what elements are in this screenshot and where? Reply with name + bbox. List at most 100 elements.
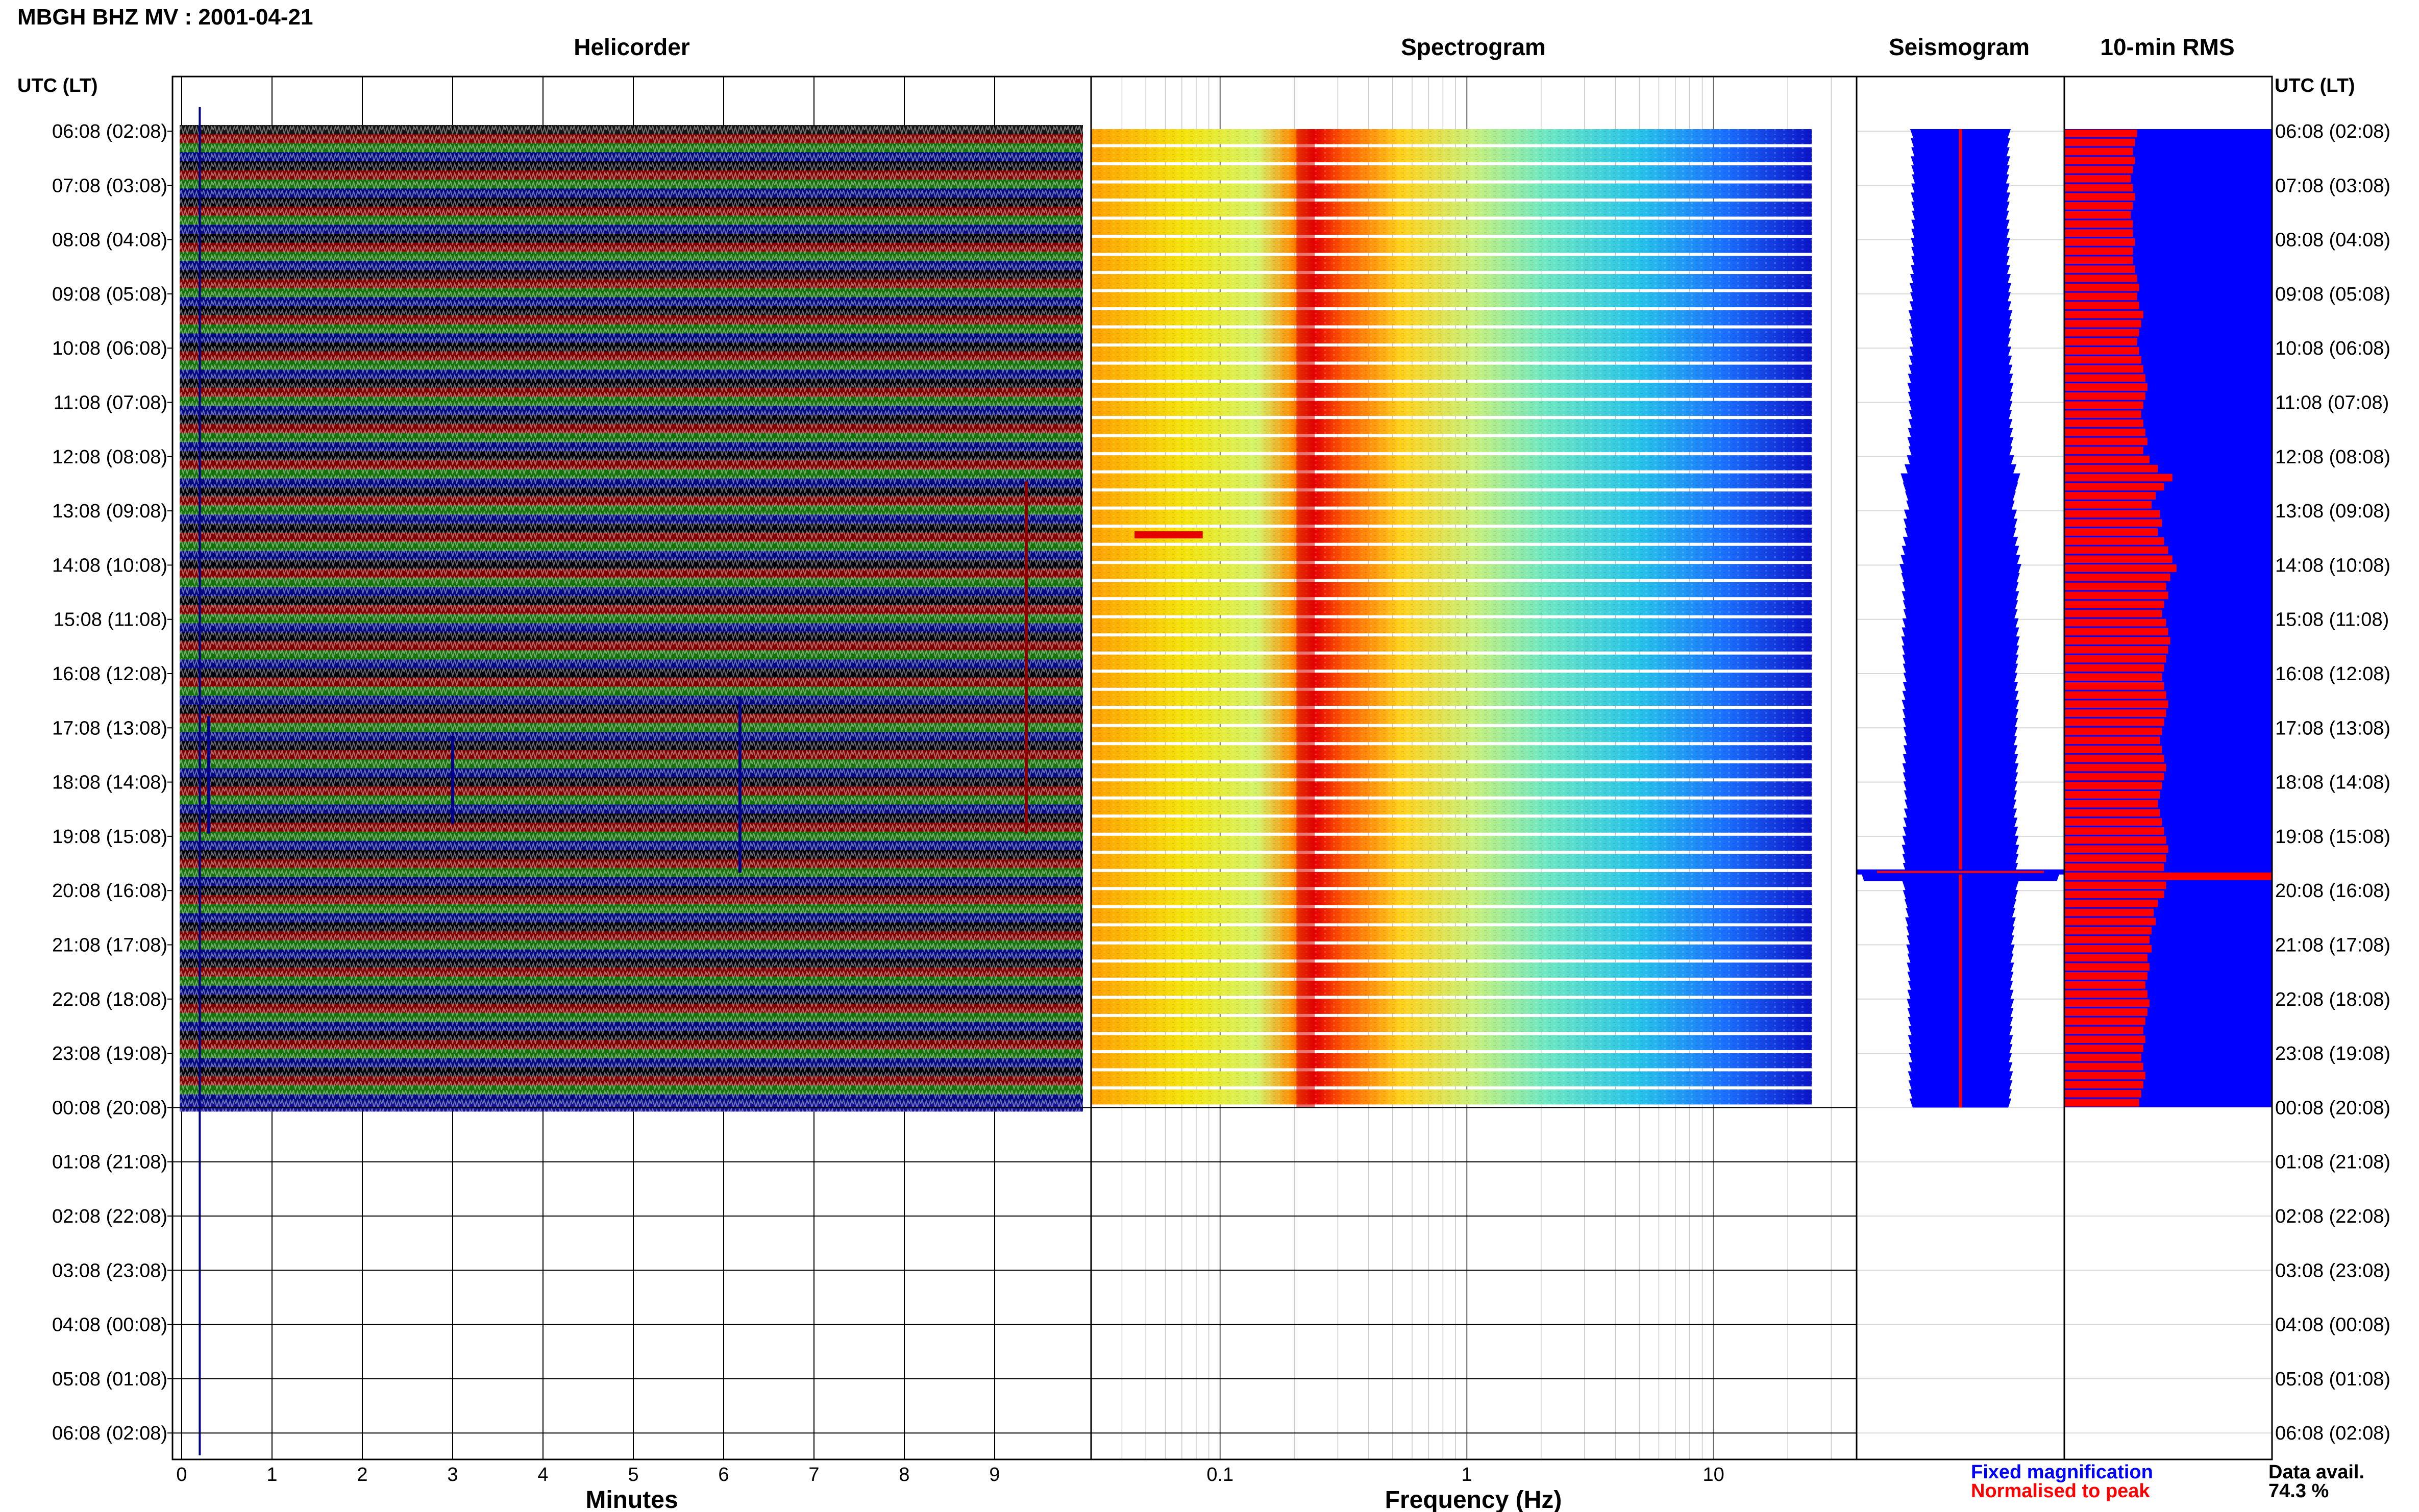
time-tick-label: 09:08 (05:08) bbox=[2275, 284, 2390, 305]
spectrogram-strip-texture bbox=[1091, 926, 1812, 941]
time-tick-label: 12:08 (08:08) bbox=[2275, 447, 2390, 468]
rms-bar bbox=[2064, 700, 2168, 708]
rms-bar bbox=[2064, 247, 2133, 255]
spectrogram-strip-texture bbox=[1091, 219, 1812, 235]
time-tick-label: 19:08 (15:08) bbox=[52, 826, 167, 848]
rms-bar bbox=[2064, 166, 2133, 173]
spectrogram-peak-band bbox=[1296, 129, 1315, 1108]
rms-bar bbox=[2064, 818, 2162, 826]
time-tick-label: 10:08 (06:08) bbox=[2275, 338, 2390, 359]
rms-bar bbox=[2064, 464, 2158, 473]
time-tick-label: 21:08 (17:08) bbox=[52, 935, 167, 956]
time-tick-label: 04:08 (00:08) bbox=[2275, 1315, 2390, 1336]
helicorder-title: Helicorder bbox=[574, 34, 690, 60]
spectrogram-strip-texture bbox=[1091, 817, 1812, 833]
rms-bar bbox=[2064, 501, 2152, 509]
rms-bar bbox=[2064, 800, 2158, 808]
rms-bar bbox=[2064, 863, 2164, 871]
spectrogram-strip-texture bbox=[1091, 274, 1812, 289]
rms-panel bbox=[2063, 76, 2273, 1460]
spectrogram-strip-texture bbox=[1091, 165, 1812, 181]
rms-bar bbox=[2064, 510, 2160, 518]
time-tick-label: 22:08 (18:08) bbox=[2275, 989, 2390, 1010]
rms-bar bbox=[2064, 763, 2166, 772]
rms-bar bbox=[2064, 1008, 2148, 1016]
time-tick-label: 14:08 (10:08) bbox=[2275, 555, 2390, 576]
time-tick-label: 12:08 (08:08) bbox=[52, 447, 167, 468]
time-tick-label: 01:08 (21:08) bbox=[52, 1152, 167, 1173]
rms-bar bbox=[2064, 419, 2143, 427]
spectrogram-strip-texture bbox=[1091, 582, 1812, 598]
spectrogram-strip-texture bbox=[1091, 745, 1812, 760]
helicorder-traces bbox=[180, 125, 1083, 1112]
spectrogram-strip-texture bbox=[1091, 872, 1812, 887]
spectrogram-strip-texture bbox=[1091, 183, 1812, 199]
rms-bar bbox=[2064, 1045, 2143, 1052]
minute-tick-label: 1 bbox=[266, 1464, 277, 1485]
time-tick-label: 23:08 (19:08) bbox=[52, 1043, 167, 1064]
rms-bar bbox=[2064, 691, 2166, 699]
rms-bar bbox=[2064, 537, 2164, 545]
rms-bar bbox=[2064, 628, 2168, 636]
rms-bar bbox=[2064, 528, 2158, 536]
rms-bar bbox=[2064, 655, 2166, 663]
time-tick-label: 06:08 (02:08) bbox=[52, 121, 167, 142]
spectrogram-strip-texture bbox=[1091, 763, 1812, 779]
rms-bar bbox=[2064, 483, 2164, 491]
rms-bar bbox=[2064, 1062, 2143, 1071]
rms-bar bbox=[2064, 456, 2150, 463]
rms-bar bbox=[2064, 963, 2150, 971]
spectrogram-strip-texture bbox=[1091, 491, 1812, 507]
frequency-tick-label: 0.1 bbox=[1206, 1464, 1233, 1485]
rms-bar bbox=[2064, 202, 2133, 210]
rms-bar bbox=[2064, 809, 2160, 817]
spectrogram-strip-texture bbox=[1091, 455, 1812, 470]
rms-bar bbox=[2064, 601, 2164, 608]
time-tick-label: 06:08 (02:08) bbox=[2275, 121, 2390, 142]
spectrogram-strip-texture bbox=[1091, 1053, 1812, 1069]
rms-bar bbox=[2064, 546, 2168, 554]
rms-bar bbox=[2064, 773, 2164, 781]
rms-bar bbox=[2064, 954, 2148, 962]
minute-tick-label: 0 bbox=[176, 1464, 187, 1485]
rms-bar bbox=[2064, 519, 2162, 527]
spectrogram-strip-texture bbox=[1091, 346, 1812, 362]
rms-bar bbox=[2064, 573, 2170, 581]
rms-bar bbox=[2064, 1053, 2141, 1061]
helicorder-figure: MBGH BHZ MV : 2001-04-21 UTC (LT) UTC (L… bbox=[17, 5, 2390, 1512]
time-tick-label: 14:08 (10:08) bbox=[52, 555, 167, 576]
rms-bar bbox=[2064, 555, 2173, 563]
minutes-axis-label: Minutes bbox=[585, 1486, 678, 1512]
rms-bar bbox=[2064, 311, 2143, 318]
rms-bar bbox=[2064, 791, 2160, 799]
rms-bar bbox=[2064, 845, 2168, 853]
minute-tick-label: 7 bbox=[808, 1464, 819, 1485]
time-tick-label: 17:08 (13:08) bbox=[2275, 717, 2390, 739]
spectrogram-strip-texture bbox=[1091, 509, 1812, 525]
rms-bar bbox=[2064, 646, 2168, 654]
spectrogram-strip-texture bbox=[1091, 310, 1812, 326]
rms-bar bbox=[2064, 238, 2135, 246]
time-tick-label: 09:08 (05:08) bbox=[52, 284, 167, 305]
rms-bar bbox=[2064, 1081, 2143, 1088]
time-tick-label: 16:08 (12:08) bbox=[2275, 663, 2390, 685]
time-tick-label: 15:08 (11:08) bbox=[2275, 609, 2389, 631]
time-tick-label: 00:08 (20:08) bbox=[2275, 1097, 2390, 1119]
spectrogram-strip-texture bbox=[1091, 238, 1812, 253]
time-tick-label: 13:08 (09:08) bbox=[52, 501, 167, 522]
time-tick-label: 06:08 (02:08) bbox=[2275, 1423, 2390, 1444]
rms-bar bbox=[2064, 709, 2166, 717]
rms-bar bbox=[2064, 664, 2164, 672]
time-tick-label: 01:08 (21:08) bbox=[2275, 1152, 2390, 1173]
time-tick-label: 23:08 (19:08) bbox=[2275, 1043, 2390, 1064]
time-tick-label: 11:08 (07:08) bbox=[54, 392, 167, 414]
helicorder-wiggle-texture bbox=[180, 125, 1083, 1112]
time-axis-label-right: UTC (LT) bbox=[2275, 75, 2355, 96]
time-tick-label: 11:08 (07:08) bbox=[2275, 392, 2389, 414]
seismogram-title: Seismogram bbox=[1889, 34, 2030, 60]
spectrogram-strip-texture bbox=[1091, 1017, 1812, 1032]
time-tick-label: 19:08 (15:08) bbox=[2275, 826, 2390, 848]
rms-bar bbox=[2064, 727, 2162, 735]
spectrogram-strip-texture bbox=[1091, 690, 1812, 706]
spectrogram-strip-texture bbox=[1091, 292, 1812, 308]
